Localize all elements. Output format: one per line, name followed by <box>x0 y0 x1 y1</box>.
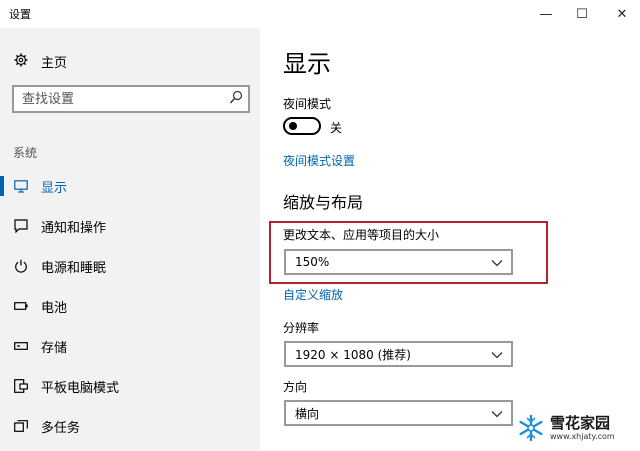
page-title: 显示 <box>283 50 331 78</box>
resolution-value: 1920 × 1080 (推荐) <box>295 347 411 362</box>
window-title: 设置 <box>9 8 31 21</box>
sidebar-item-label: 电池 <box>41 300 68 316</box>
sidebar-item-label: 存储 <box>41 340 68 356</box>
sidebar-item-storage[interactable]: 存储 <box>0 326 260 366</box>
sidebar-item-label: 多任务 <box>41 420 81 436</box>
sidebar-item-label: 通知和操作 <box>41 220 107 236</box>
multitask-icon <box>13 418 29 434</box>
toggle-knob <box>289 122 297 130</box>
night-mode-toggle[interactable] <box>283 117 321 135</box>
close-icon: ✕ <box>616 6 628 22</box>
sidebar-item-home-label: 主页 <box>41 56 68 71</box>
sidebar-item-label: 显示 <box>41 180 68 196</box>
chevron-down-icon <box>491 349 503 359</box>
search-box[interactable] <box>12 85 250 113</box>
section-label-system: 系统 <box>13 146 38 160</box>
title-bar: 设置 — ☐ ✕ <box>0 0 640 28</box>
watermark-name: 雪花家园 <box>550 414 611 432</box>
sidebar: 主页 系统 显示 通知和操作 电源和睡眠 <box>0 28 260 451</box>
maximize-button[interactable]: ☐ <box>560 0 604 28</box>
storage-icon <box>13 338 29 354</box>
message-icon <box>13 218 29 234</box>
watermark-url: www.xhjaty.com <box>550 432 615 441</box>
resolution-label: 分辨率 <box>283 321 320 335</box>
sidebar-nav: 显示 通知和操作 电源和睡眠 电池 存储 平板电脑模式 多任务 <box>0 166 260 446</box>
monitor-icon <box>13 178 29 194</box>
sidebar-item-home[interactable]: 主页 <box>13 52 67 71</box>
sidebar-item-tablet-mode[interactable]: 平板电脑模式 <box>0 366 260 406</box>
watermark-text: 雪花家园 www.xhjaty.com <box>550 414 615 442</box>
tablet-icon <box>13 378 29 394</box>
sidebar-item-multitasking[interactable]: 多任务 <box>0 406 260 446</box>
custom-scaling-link[interactable]: 自定义缩放 <box>283 286 343 303</box>
orientation-value: 横向 <box>295 406 320 421</box>
sidebar-item-display[interactable]: 显示 <box>0 166 260 206</box>
night-mode-label: 夜间模式 <box>283 97 332 111</box>
sidebar-item-power[interactable]: 电源和睡眠 <box>0 246 260 286</box>
close-button[interactable]: ✕ <box>600 0 640 28</box>
chevron-down-icon <box>491 408 503 418</box>
search-icon[interactable] <box>229 90 243 106</box>
sidebar-item-label: 平板电脑模式 <box>41 380 120 396</box>
maximize-icon: ☐ <box>576 6 588 22</box>
night-mode-settings-link[interactable]: 夜间模式设置 <box>283 152 355 169</box>
orientation-dropdown[interactable]: 横向 <box>284 400 513 426</box>
night-mode-state: 关 <box>330 121 343 135</box>
search-input[interactable] <box>14 87 214 111</box>
resolution-dropdown[interactable]: 1920 × 1080 (推荐) <box>284 341 513 367</box>
gear-icon <box>13 52 29 71</box>
minimize-icon: — <box>539 6 553 22</box>
power-icon <box>13 258 29 274</box>
snowflake-logo-icon <box>516 413 546 443</box>
watermark: 雪花家园 www.xhjaty.com <box>516 408 638 448</box>
orientation-label: 方向 <box>283 380 308 394</box>
sidebar-item-label: 电源和睡眠 <box>41 260 107 276</box>
battery-icon <box>13 298 29 314</box>
scale-layout-heading: 缩放与布局 <box>283 193 364 212</box>
sidebar-item-battery[interactable]: 电池 <box>0 286 260 326</box>
highlight-box <box>269 221 548 284</box>
sidebar-item-notifications[interactable]: 通知和操作 <box>0 206 260 246</box>
